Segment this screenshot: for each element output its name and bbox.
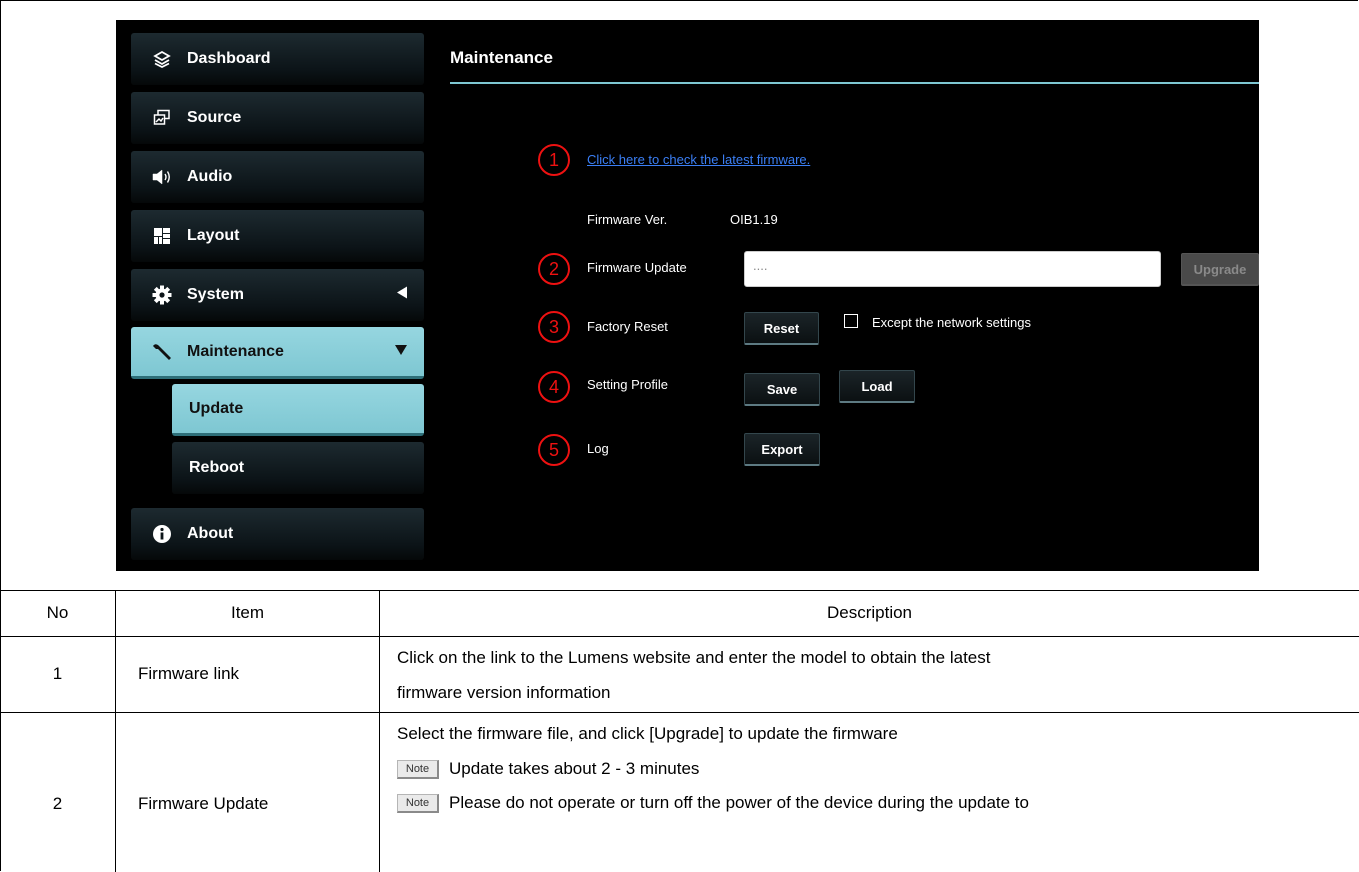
table-row-2-desc-line1: Select the firmware file, and click [Upg… [397, 724, 898, 743]
sidebar-item-audio[interactable]: Audio [131, 151, 424, 203]
table-header-description: Description [826, 603, 913, 622]
marker-5: 5 [538, 434, 570, 466]
sidebar-item-label: Maintenance [187, 342, 284, 360]
sidebar-item-label: Audio [187, 168, 233, 185]
table-header-no: No [46, 603, 69, 622]
firmware-ver-value: OIB1.19 [730, 212, 778, 227]
table-header-item: Item [230, 603, 265, 622]
sidebar-item-label: Layout [187, 227, 240, 244]
sidebar-item-label: Source [187, 109, 242, 126]
sidebar-item-layout[interactable]: Layout [131, 210, 424, 262]
marker-4: 4 [538, 371, 570, 403]
export-button[interactable]: Export [744, 433, 820, 466]
table-border [115, 590, 116, 872]
except-network-label: Except the network settings [872, 315, 1031, 330]
firmware-file-input[interactable]: .... [744, 251, 1161, 287]
sidebar-item-about[interactable]: About [131, 508, 424, 560]
note-text: Update takes about 2 - 3 minutes [449, 759, 700, 778]
marker-1: 1 [538, 144, 570, 176]
table-border [0, 636, 1359, 637]
info-icon [151, 523, 173, 545]
sidebar-item-maintenance[interactable]: Maintenance [131, 327, 424, 379]
table-border [0, 712, 1359, 713]
table-border [379, 590, 380, 872]
sidebar-subitem-update[interactable]: Update [172, 384, 424, 436]
firmware-update-label: Firmware Update [587, 260, 687, 275]
table-row-2-no: 2 [52, 794, 63, 813]
source-icon [151, 107, 173, 129]
sidebar-item-source[interactable]: Source [131, 92, 424, 144]
sidebar-item-label: System [187, 286, 244, 303]
log-label: Log [587, 441, 609, 456]
reset-button[interactable]: Reset [744, 312, 819, 345]
sidebar-subitem-reboot[interactable]: Reboot [172, 442, 424, 494]
web-ui-screenshot: Dashboard Source Audio Layout System Mai… [116, 20, 1259, 571]
note-badge: Note [397, 794, 439, 814]
table-row-1-desc-line1: Click on the link to the Lumens website … [397, 648, 991, 667]
gear-icon [151, 284, 173, 306]
marker-3: 3 [538, 311, 570, 343]
chevron-down-icon [394, 343, 408, 361]
sidebar-item-dashboard[interactable]: Dashboard [131, 33, 424, 85]
table-row-1-no: 1 [52, 664, 63, 683]
sidebar-item-system[interactable]: System [131, 269, 424, 321]
table-border [0, 590, 1359, 591]
setting-profile-label: Setting Profile [587, 377, 668, 392]
upgrade-button[interactable]: Upgrade [1181, 253, 1259, 286]
factory-reset-label: Factory Reset [587, 319, 668, 334]
firmware-ver-label: Firmware Ver. [587, 212, 668, 227]
note-badge: Note [397, 760, 439, 780]
page-title: Maintenance [450, 48, 553, 67]
save-button[interactable]: Save [744, 373, 820, 406]
except-network-checkbox[interactable] [844, 314, 858, 328]
speaker-icon [151, 166, 173, 188]
table-row-2-item: Firmware Update [138, 794, 269, 813]
note-text: Please do not operate or turn off the po… [449, 793, 1029, 812]
marker-2: 2 [538, 253, 570, 285]
sidebar-subitem-label: Reboot [189, 459, 245, 476]
table-row-2-note1: Note Update takes about 2 - 3 minutes [397, 759, 700, 780]
load-button[interactable]: Load [839, 370, 915, 403]
sidebar-item-label: About [187, 525, 234, 542]
sidebar-subitem-label: Update [189, 399, 244, 417]
collapse-left-icon [396, 286, 408, 305]
grid-icon [151, 225, 173, 247]
sidebar-item-label: Dashboard [187, 50, 271, 67]
layers-icon [151, 48, 173, 70]
check-firmware-link[interactable]: Click here to check the latest firmware. [587, 152, 810, 167]
title-divider [450, 82, 1259, 84]
table-row-1-desc-line2: firmware version information [397, 683, 611, 702]
table-row-1-item: Firmware link [138, 664, 240, 683]
table-row-2-note2: Note Please do not operate or turn off th… [397, 793, 1029, 814]
wrench-icon [151, 341, 173, 363]
